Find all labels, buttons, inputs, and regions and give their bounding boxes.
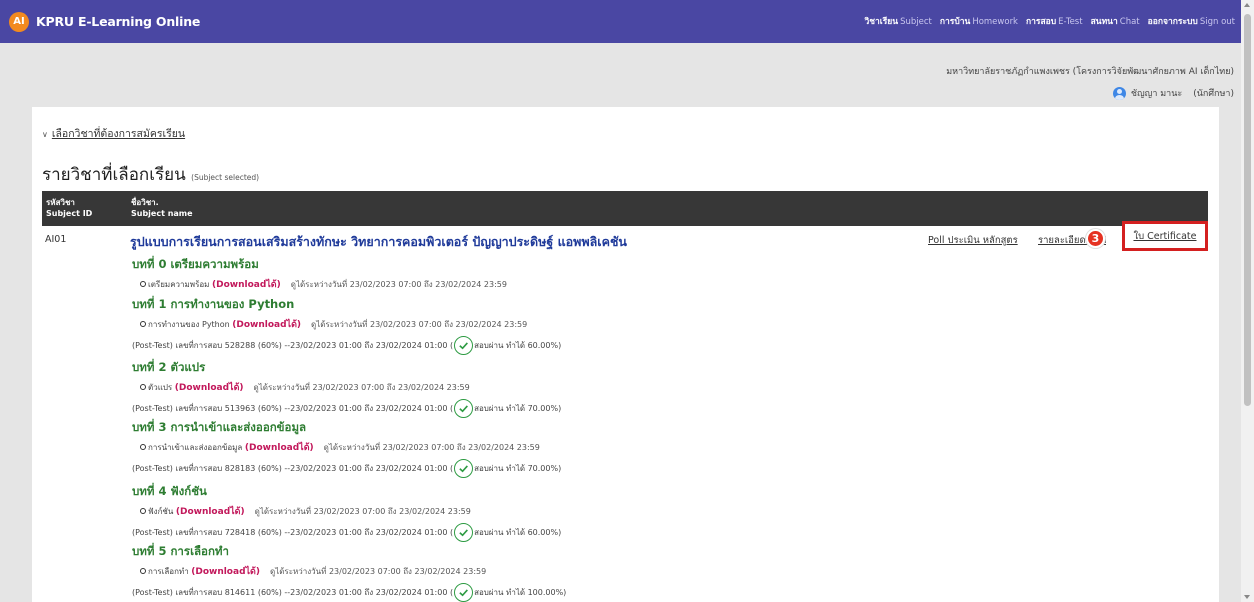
test-result: สอบผ่าน ทำได้ 100.00%) [474, 588, 567, 597]
download-link[interactable]: (Downloadได้) [191, 567, 260, 577]
user-name: ชัญญา มานะ [1130, 89, 1183, 99]
lesson-item[interactable]: เตรียมความพร้อม [148, 280, 209, 289]
view-period: ดูได้ระหว่างวันที่ 23/02/2023 07:00 ถึง … [311, 320, 528, 329]
download-link[interactable]: (Downloadได้) [175, 383, 244, 393]
check-circle-icon [454, 459, 474, 478]
step-badge: 3 [1086, 229, 1105, 248]
view-period: ดูได้ระหว่างวันที่ 23/02/2023 07:00 ถึง … [270, 567, 487, 576]
certificate-link[interactable]: ใบ Certificate [1122, 221, 1208, 251]
lesson-3: บทที่ 3 การนำเข้าและส่งออกข้อมูล การนำเข… [132, 419, 561, 478]
bullet-icon [140, 508, 146, 514]
content-card: ∨ เลือกวิชาที่ต้องการสมัครเรียน รายวิชาที… [32, 107, 1219, 602]
main-nav: วิชาเรียน Subject การบ้าน Homework การสอบ E… [864, 14, 1235, 28]
nav-sign-out[interactable]: ออกจากระบบ Sign out [1148, 14, 1235, 28]
bullet-icon [140, 321, 146, 327]
post-test-info[interactable]: (Post-Test) เลขที่การสอบ 728418 (60%) --… [132, 526, 453, 539]
lesson-2: บทที่ 2 ตัวแปร ตัวแปร (Downloadได้) ดูได้… [132, 359, 561, 418]
nav-chat[interactable]: สนทนา Chat [1091, 14, 1140, 28]
lesson-title: บทที่ 5 การเลือกทำ [132, 544, 229, 558]
lesson-5: บทที่ 5 การเลือกทำ การเลือกทำ (Downloadไ… [132, 543, 566, 602]
lesson-title: บทที่ 0 เตรียมความพร้อม [132, 257, 259, 271]
test-result: สอบผ่าน ทำได้ 70.00%) [474, 464, 562, 473]
enroll-subject-link[interactable]: ∨ เลือกวิชาที่ต้องการสมัครเรียน [42, 125, 185, 142]
test-result: สอบผ่าน ทำได้ 60.00%) [474, 528, 562, 537]
post-test-info[interactable]: (Post-Test) เลขที่การสอบ 528288 (60%) --… [132, 339, 453, 352]
lesson-0: บทที่ 0 เตรียมความพร้อม เตรียมความพร้อม … [132, 256, 507, 291]
table-header: รหัสวิชา Subject ID ชื่อวิชา. Subject name [42, 191, 1208, 226]
user-role: (นักศึกษา) [1193, 89, 1234, 99]
lesson-item[interactable]: ฟังก์ชัน [148, 507, 173, 516]
nav-etest[interactable]: การสอบ E-Test [1026, 14, 1083, 28]
avatar-icon [1112, 86, 1126, 100]
bullet-icon [140, 384, 146, 390]
vertical-scrollbar[interactable] [1241, 0, 1254, 602]
top-navbar: AI KPRU E-Learning Online วิชาเรียน Subje… [0, 0, 1241, 43]
nav-homework[interactable]: การบ้าน Homework [940, 14, 1018, 28]
view-period: ดูได้ระหว่างวันที่ 23/02/2023 07:00 ถึง … [290, 280, 507, 289]
check-circle-icon [454, 336, 474, 355]
app-title[interactable]: KPRU E-Learning Online [36, 14, 200, 29]
lesson-4: บทที่ 4 ฟังก์ชัน ฟังก์ชัน (Downloadได้) ด… [132, 483, 561, 542]
scroll-thumb[interactable] [1244, 14, 1251, 406]
view-period: ดูได้ระหว่างวันที่ 23/02/2023 07:00 ถึง … [253, 383, 470, 392]
lesson-title: บทที่ 4 ฟังก์ชัน [132, 484, 207, 498]
nav-subject[interactable]: วิชาเรียน Subject [864, 14, 931, 28]
post-test-line: (Post-Test) เลขที่การสอบ 513963 (60%) --… [132, 399, 561, 418]
lesson-item[interactable]: การนำเข้าและส่งออกข้อมูล [148, 443, 242, 452]
view-period: ดูได้ระหว่างวันที่ 23/02/2023 07:00 ถึง … [323, 443, 540, 452]
section-title: รายวิชาที่เลือกเรียน (Subject selected) [42, 165, 260, 185]
check-circle-icon [454, 583, 474, 602]
column-subject-name: ชื่อวิชา. Subject name [131, 198, 193, 218]
test-result: สอบผ่าน ทำได้ 60.00%) [474, 341, 562, 350]
app-logo[interactable]: AI [9, 11, 29, 32]
bullet-icon [140, 281, 146, 287]
bullet-icon [140, 444, 146, 450]
lesson-item[interactable]: การทำงานของ Python [148, 320, 230, 329]
check-circle-icon [454, 399, 474, 418]
download-link[interactable]: (Downloadได้) [245, 443, 314, 453]
university-name: มหาวิทยาลัยราชภัฏกำแพงเพชร (โครงการวิจัย… [946, 67, 1234, 77]
lesson-title: บทที่ 3 การนำเข้าและส่งออกข้อมูล [132, 420, 307, 434]
column-subject-id: รหัสวิชา Subject ID [46, 198, 93, 218]
scroll-up-icon[interactable] [1244, 3, 1250, 7]
lesson-item[interactable]: ตัวแปร [148, 383, 172, 392]
post-test-line: (Post-Test) เลขที่การสอบ 528288 (60%) --… [132, 336, 561, 355]
lesson-title: บทที่ 1 การทำงานของ Python [132, 297, 295, 311]
post-test-info[interactable]: (Post-Test) เลขที่การสอบ 828183 (60%) --… [132, 462, 453, 475]
post-test-line: (Post-Test) เลขที่การสอบ 814611 (60%) --… [132, 583, 566, 602]
download-link[interactable]: (Downloadได้) [232, 320, 301, 330]
course-title: รูปแบบการเรียนการสอนเสริมสร้างทักษะ วิทย… [130, 234, 627, 249]
lesson-item[interactable]: การเลือกทำ [148, 567, 189, 576]
post-test-line: (Post-Test) เลขที่การสอบ 728418 (60%) --… [132, 523, 561, 542]
scroll-down-icon[interactable] [1244, 595, 1250, 599]
post-test-info[interactable]: (Post-Test) เลขที่การสอบ 814611 (60%) --… [132, 586, 453, 599]
lesson-1: บทที่ 1 การทำงานของ Python การทำงานของ P… [132, 296, 561, 355]
poll-link[interactable]: Poll ประเมิน หลักสูตร [928, 233, 1018, 248]
course-code: AI01 [45, 234, 67, 245]
download-link[interactable]: (Downloadได้) [176, 507, 245, 517]
download-link[interactable]: (Downloadได้) [212, 280, 281, 290]
view-period: ดูได้ระหว่างวันที่ 23/02/2023 07:00 ถึง … [254, 507, 471, 516]
check-circle-icon [454, 523, 474, 542]
user-info: มหาวิทยาลัยราชภัฏกำแพงเพชร (โครงการวิจัย… [946, 64, 1234, 100]
test-result: สอบผ่าน ทำได้ 70.00%) [474, 404, 562, 413]
lesson-title: บทที่ 2 ตัวแปร [132, 360, 206, 374]
post-test-line: (Post-Test) เลขที่การสอบ 828183 (60%) --… [132, 459, 561, 478]
bullet-icon [140, 568, 146, 574]
post-test-info[interactable]: (Post-Test) เลขที่การสอบ 513963 (60%) --… [132, 402, 453, 415]
chevron-down-icon: ∨ [42, 130, 48, 139]
